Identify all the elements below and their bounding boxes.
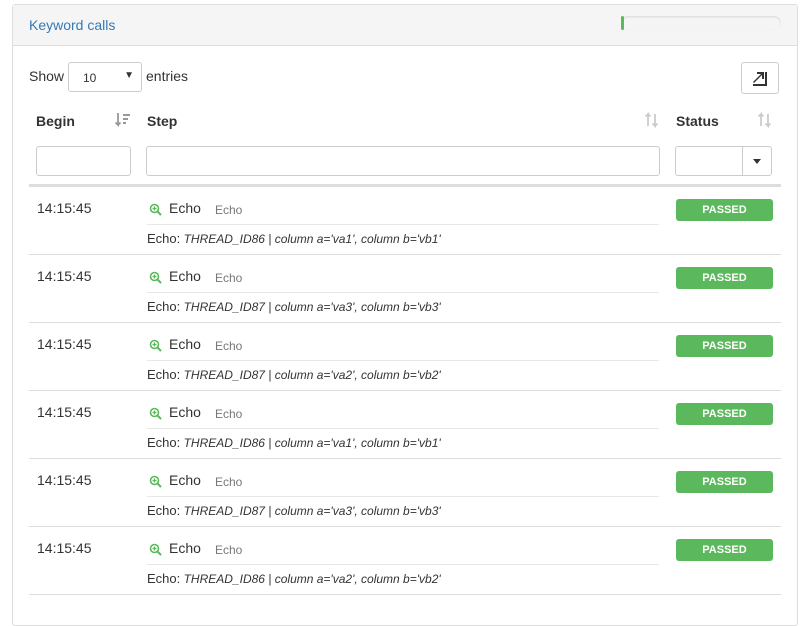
step-divider <box>147 496 659 497</box>
keyword-library: Echo <box>215 339 243 353</box>
keyword-library: Echo <box>215 407 243 421</box>
status-badge: PASSED <box>676 335 773 357</box>
step-filter-input[interactable] <box>146 146 660 176</box>
progress-bar <box>621 16 781 30</box>
caret-down-icon <box>753 159 761 164</box>
select-divider <box>742 147 743 175</box>
entries-label: entries <box>146 68 189 84</box>
begin-time: 14:15:45 <box>37 540 92 556</box>
sort-amount-desc-icon[interactable] <box>115 111 131 129</box>
arguments-value: THREAD_ID87 | column a='va3', column b='… <box>183 504 441 518</box>
step-divider <box>147 292 659 293</box>
table-row[interactable]: 14:15:45 Echo Echo Echo: THREAD_ID86 | colu… <box>29 527 781 595</box>
export-icon <box>753 72 767 86</box>
sort-icon[interactable] <box>757 111 773 129</box>
keyword-arguments: Echo: THREAD_ID86 | column a='va1', colu… <box>147 231 441 246</box>
sort-icon[interactable] <box>644 111 660 129</box>
arguments-value: THREAD_ID87 | column a='va3', column b='… <box>183 300 441 314</box>
step-divider <box>147 360 659 361</box>
zoom-in-icon[interactable] <box>149 407 162 420</box>
keyword-name[interactable]: Echo <box>169 336 201 352</box>
keyword-name[interactable]: Echo <box>169 472 201 488</box>
keyword-library: Echo <box>215 203 243 217</box>
status-badge: PASSED <box>676 267 773 289</box>
table-row[interactable]: 14:15:45 Echo Echo Echo: THREAD_ID87 | colu… <box>29 459 781 527</box>
caret-down-icon: ▼ <box>124 70 134 81</box>
zoom-in-icon[interactable] <box>149 339 162 352</box>
begin-time: 14:15:45 <box>37 472 92 488</box>
arguments-label: Echo: <box>147 231 181 246</box>
table-row[interactable]: 14:15:45 Echo Echo Echo: THREAD_ID87 | colu… <box>29 323 781 391</box>
arguments-label: Echo: <box>147 503 181 518</box>
keyword-library: Echo <box>215 271 243 285</box>
table-body: 14:15:45 Echo Echo Echo: THREAD_ID86 | colu… <box>29 187 781 595</box>
status-badge: PASSED <box>676 539 773 561</box>
zoom-in-icon[interactable] <box>149 203 162 216</box>
progress-fill <box>621 16 625 30</box>
panel-heading: Keyword calls <box>13 5 797 46</box>
zoom-in-icon[interactable] <box>149 271 162 284</box>
keyword-library: Echo <box>215 475 243 489</box>
column-header-step[interactable]: Step <box>147 113 177 129</box>
keyword-calls-panel: Keyword calls Show 10 ▼ entries Begin St… <box>12 4 798 626</box>
keyword-arguments: Echo: THREAD_ID87 | column a='va3', colu… <box>147 503 441 518</box>
keyword-name[interactable]: Echo <box>169 268 201 284</box>
arguments-value: THREAD_ID86 | column a='va1', column b='… <box>183 436 441 450</box>
keyword-name[interactable]: Echo <box>169 540 201 556</box>
show-label: Show <box>29 68 65 84</box>
status-badge: PASSED <box>676 471 773 493</box>
begin-time: 14:15:45 <box>37 268 92 284</box>
keyword-arguments: Echo: THREAD_ID87 | column a='va2', colu… <box>147 367 441 382</box>
keyword-library: Echo <box>215 543 243 557</box>
table-row[interactable]: 14:15:45 Echo Echo Echo: THREAD_ID86 | colu… <box>29 391 781 459</box>
entries-select-value: 10 <box>83 71 97 85</box>
keyword-name[interactable]: Echo <box>169 200 201 216</box>
arguments-value: THREAD_ID87 | column a='va2', column b='… <box>183 368 441 382</box>
step-divider <box>147 224 659 225</box>
column-header-begin[interactable]: Begin <box>36 113 75 129</box>
step-divider <box>147 428 659 429</box>
status-badge: PASSED <box>676 199 773 221</box>
begin-filter-input[interactable] <box>36 146 131 176</box>
arguments-value: THREAD_ID86 | column a='va2', column b='… <box>183 572 441 586</box>
begin-time: 14:15:45 <box>37 200 92 216</box>
status-filter-select[interactable] <box>675 146 772 176</box>
zoom-in-icon[interactable] <box>149 475 162 488</box>
entries-select[interactable]: 10 ▼ <box>68 62 142 92</box>
column-header-status[interactable]: Status <box>676 113 719 129</box>
table-row[interactable]: 14:15:45 Echo Echo Echo: THREAD_ID87 | colu… <box>29 255 781 323</box>
status-badge: PASSED <box>676 403 773 425</box>
arguments-label: Echo: <box>147 571 181 586</box>
keyword-arguments: Echo: THREAD_ID86 | column a='va2', colu… <box>147 571 441 586</box>
step-divider <box>147 564 659 565</box>
keyword-arguments: Echo: THREAD_ID87 | column a='va3', colu… <box>147 299 441 314</box>
arguments-label: Echo: <box>147 299 181 314</box>
export-button[interactable] <box>741 62 779 94</box>
zoom-in-icon[interactable] <box>149 543 162 556</box>
arguments-value: THREAD_ID86 | column a='va1', column b='… <box>183 232 441 246</box>
keyword-name[interactable]: Echo <box>169 404 201 420</box>
arguments-label: Echo: <box>147 367 181 382</box>
begin-time: 14:15:45 <box>37 404 92 420</box>
begin-time: 14:15:45 <box>37 336 92 352</box>
table-row[interactable]: 14:15:45 Echo Echo Echo: THREAD_ID86 | colu… <box>29 187 781 255</box>
arguments-label: Echo: <box>147 435 181 450</box>
panel-title: Keyword calls <box>29 17 116 33</box>
keyword-arguments: Echo: THREAD_ID86 | column a='va1', colu… <box>147 435 441 450</box>
